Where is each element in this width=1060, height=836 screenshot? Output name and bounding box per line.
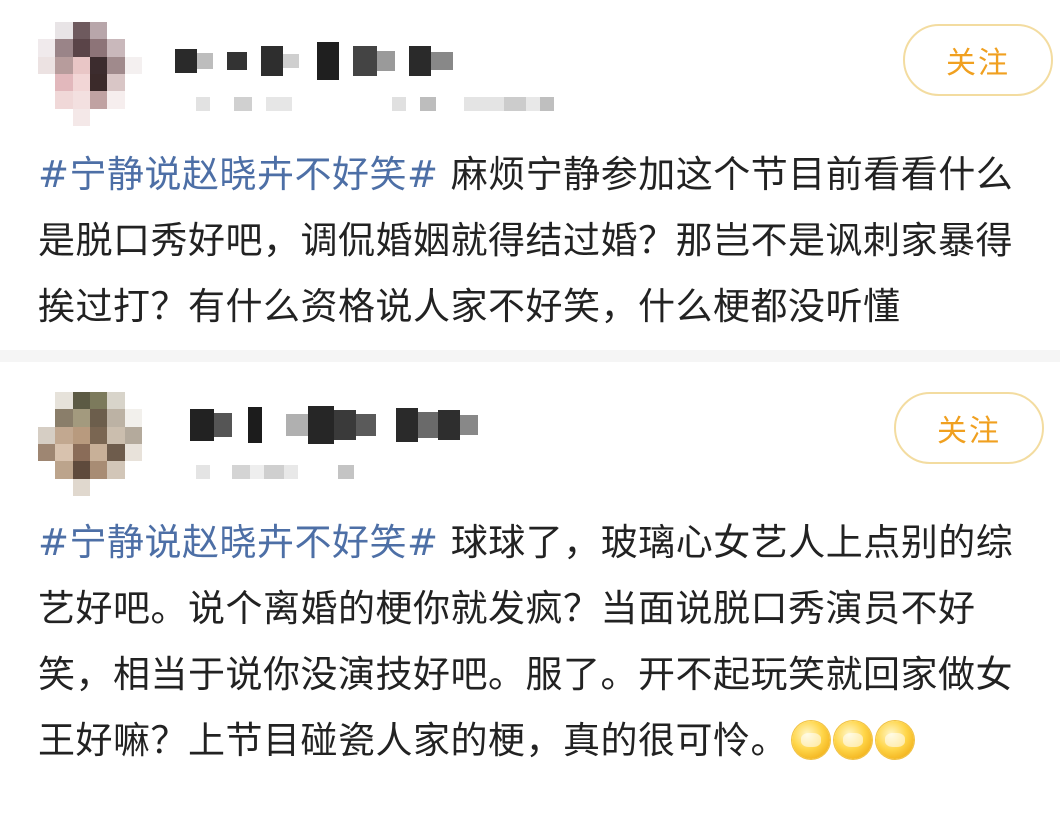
avatar[interactable] [38,392,142,496]
post-card: 关注 #宁静说赵晓卉不好笑# 麻烦宁静参加这个节目前看看什么是脱口秀好吧，调侃婚… [0,0,1060,350]
follow-button[interactable]: 关注 [903,24,1053,96]
weibo-feed: 关注 #宁静说赵晓卉不好笑# 麻烦宁静参加这个节目前看看什么是脱口秀好吧，调侃婚… [0,0,1060,836]
post-meta-blurred [196,462,354,482]
avatar[interactable] [38,22,142,126]
username-blurred[interactable] [175,40,453,82]
post-divider [0,350,1060,362]
grinning-face-emoji-icon [834,721,872,759]
post-content: #宁静说赵晓卉不好笑# 麻烦宁静参加这个节目前看看什么是脱口秀好吧，调侃婚姻就得… [38,142,1048,340]
post-meta-blurred [196,94,554,114]
hashtag-link[interactable]: #宁静说赵晓卉不好笑# [38,521,439,564]
username-blurred[interactable] [190,404,478,446]
grinning-face-emoji-icon [792,721,830,759]
hashtag-link[interactable]: #宁静说赵晓卉不好笑# [38,153,439,196]
follow-button[interactable]: 关注 [894,392,1044,464]
post-content: #宁静说赵晓卉不好笑# 球球了，玻璃心女艺人上点别的综艺好吧。说个离婚的梗你就发… [38,510,1048,774]
grinning-face-emoji-icon [876,721,914,759]
